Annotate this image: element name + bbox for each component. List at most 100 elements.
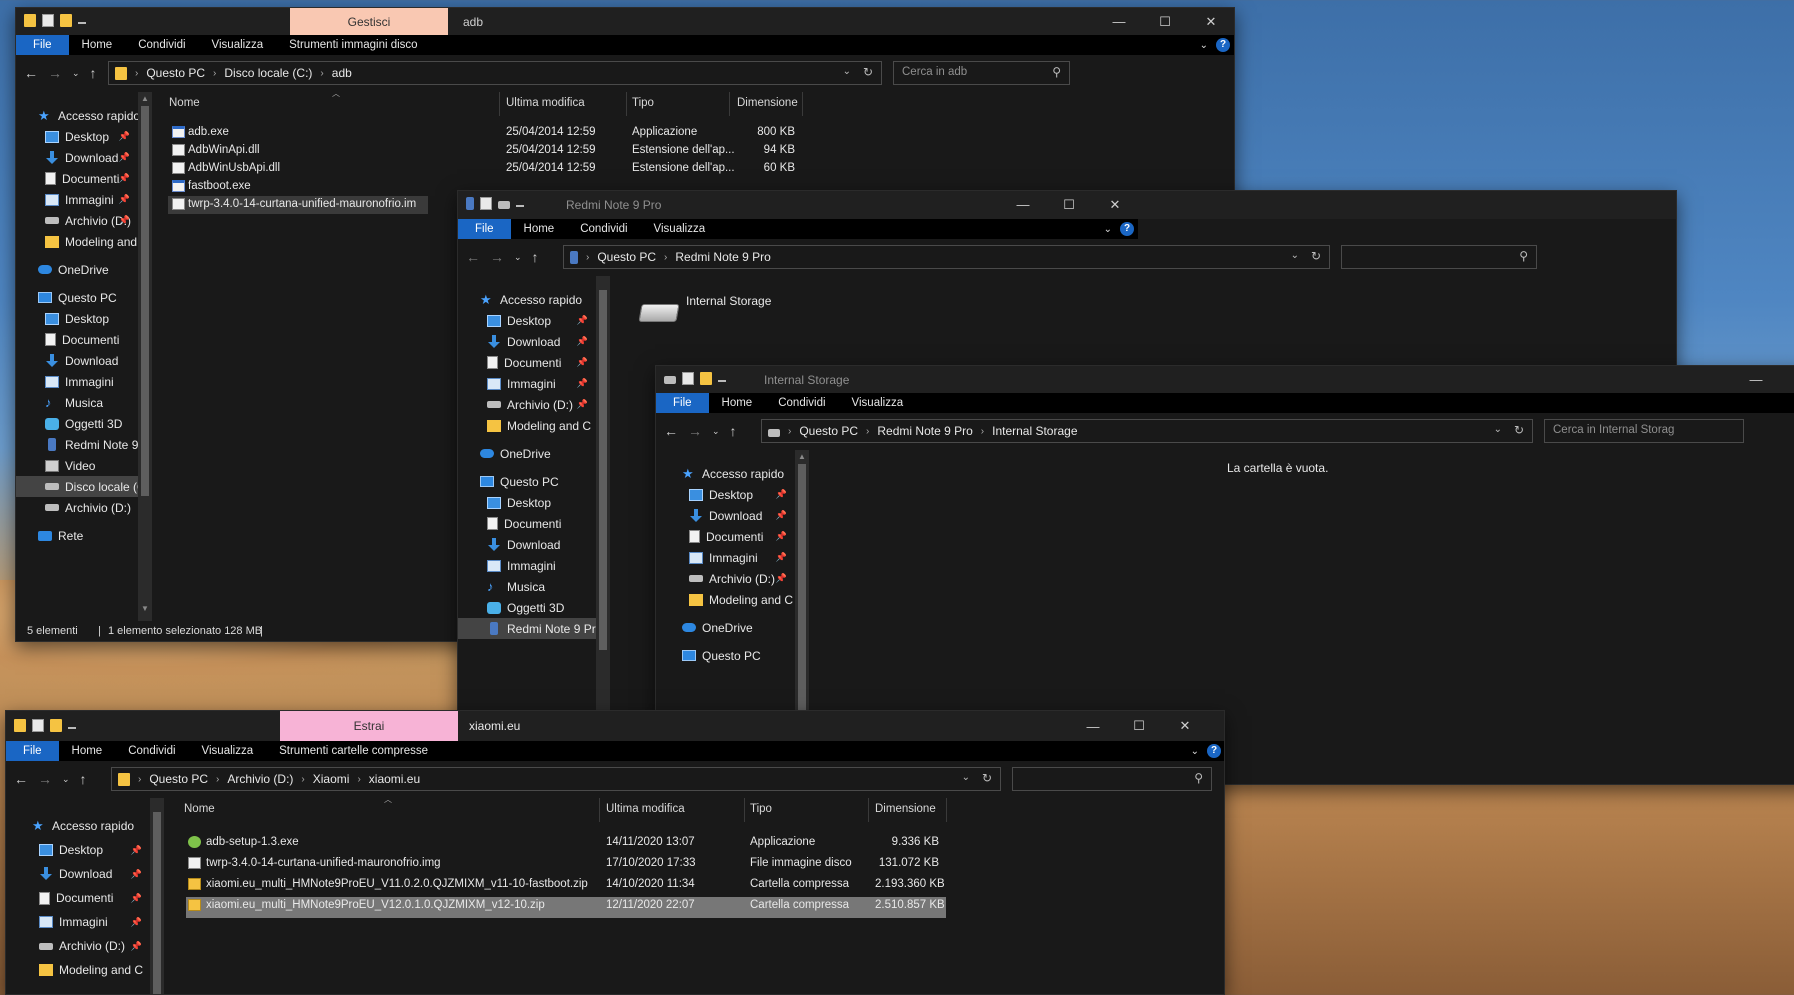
- pin-icon[interactable]: 📌: [119, 131, 130, 142]
- file-row-selected[interactable]: twrp-3.4.0-14-curtana-unified-mauronofri…: [168, 196, 428, 214]
- customize-toolbar-icon[interactable]: [718, 375, 726, 382]
- nav-documents[interactable]: Documenti: [16, 329, 138, 350]
- pin-icon[interactable]: 📌: [119, 173, 130, 184]
- tab-view[interactable]: Visualizza: [199, 35, 277, 55]
- nav-desktop[interactable]: Desktop: [16, 308, 138, 329]
- address-bar[interactable]: › Questo PC › Disco locale (C:) › adb ⌄ …: [108, 61, 882, 85]
- breadcrumb-local-disk[interactable]: Disco locale (C:): [224, 66, 312, 80]
- breadcrumb-separator[interactable]: ›: [357, 774, 360, 785]
- nav-archive-d[interactable]: Archivio (D:) 📌: [6, 934, 150, 958]
- nav-this-pc[interactable]: Questo PC: [16, 287, 138, 308]
- pin-icon[interactable]: 📌: [131, 845, 142, 856]
- nav-pictures[interactable]: Immagini 📌: [6, 910, 150, 934]
- address-dropdown-icon[interactable]: ⌄: [1494, 424, 1502, 435]
- nav-pictures[interactable]: Immagini 📌: [656, 547, 795, 568]
- pin-icon[interactable]: 📌: [776, 573, 787, 584]
- tab-share[interactable]: Condividi: [125, 35, 198, 55]
- column-divider[interactable]: [744, 798, 745, 822]
- nav-download[interactable]: Download 📌: [458, 331, 596, 352]
- up-arrow-icon[interactable]: ↑: [532, 249, 539, 265]
- file-row[interactable]: AdbWinApi.dll 25/04/2014 12:59 Estensione …: [152, 142, 1234, 160]
- file-row[interactable]: twrp-3.4.0-14-curtana-unified-mauronofri…: [164, 855, 946, 876]
- scrollbar-thumb[interactable]: [141, 106, 149, 496]
- nav-local-disk-c[interactable]: Disco locale (C:): [16, 476, 138, 497]
- tab-compressed-folder-tools[interactable]: Strumenti cartelle compresse: [266, 741, 441, 761]
- scrollbar-thumb[interactable]: [798, 464, 806, 714]
- breadcrumb-separator[interactable]: ›: [866, 426, 869, 437]
- up-arrow-icon[interactable]: ↑: [90, 65, 97, 81]
- breadcrumb-this-pc[interactable]: Questo PC: [597, 250, 656, 264]
- nav-quick-access[interactable]: ★ Accesso rapido: [458, 289, 596, 310]
- recent-locations-icon[interactable]: ⌄: [62, 774, 70, 785]
- nav-desktop[interactable]: Desktop 📌: [458, 310, 596, 331]
- help-icon[interactable]: ?: [1216, 38, 1230, 52]
- search-input[interactable]: Cerca in adb ⚲: [893, 61, 1070, 85]
- tab-home[interactable]: Home: [59, 741, 116, 761]
- nav-modeling-folder[interactable]: Modeling and C: [6, 958, 150, 982]
- forward-arrow-icon[interactable]: →: [490, 249, 504, 265]
- tab-home[interactable]: Home: [709, 393, 766, 413]
- address-bar[interactable]: › Questo PC › Redmi Note 9 Pro › Interna…: [761, 419, 1533, 443]
- tab-share[interactable]: Condividi: [567, 219, 640, 239]
- tab-view[interactable]: Visualizza: [839, 393, 917, 413]
- storage-drive-icon[interactable]: [638, 304, 680, 322]
- breadcrumb-this-pc[interactable]: Questo PC: [799, 424, 858, 438]
- scroll-up-icon[interactable]: ▲: [795, 452, 809, 461]
- properties-icon[interactable]: [42, 14, 54, 27]
- title-bar[interactable]: Redmi Note 9 Pro — ☐ ✕: [458, 191, 1676, 219]
- nav-scrollbar[interactable]: ▲ ▼: [138, 92, 152, 641]
- column-modified[interactable]: Ultima modifica: [606, 803, 685, 815]
- breadcrumb-this-pc[interactable]: Questo PC: [146, 66, 205, 80]
- tab-share[interactable]: Condividi: [115, 741, 188, 761]
- tab-home[interactable]: Home: [511, 219, 568, 239]
- search-input[interactable]: ⚲: [1012, 767, 1212, 791]
- nav-desktop[interactable]: Desktop 📌: [16, 126, 138, 147]
- back-arrow-icon[interactable]: ←: [14, 771, 28, 787]
- nav-music[interactable]: ♪ Musica: [458, 576, 596, 597]
- nav-quick-access[interactable]: ★ Accesso rapido: [6, 814, 150, 838]
- nav-download[interactable]: Download 📌: [656, 505, 795, 526]
- recent-locations-icon[interactable]: ⌄: [72, 68, 80, 79]
- pin-icon[interactable]: 📌: [776, 510, 787, 521]
- breadcrumb-separator[interactable]: ›: [586, 252, 589, 263]
- title-bar[interactable]: Estrai xiaomi.eu — ☐ ✕: [6, 711, 1224, 741]
- close-button[interactable]: ✕: [1162, 711, 1208, 741]
- tab-share[interactable]: Condividi: [765, 393, 838, 413]
- nav-archive-d[interactable]: Archivio (D:): [16, 497, 138, 518]
- folder-icon[interactable]: [24, 14, 36, 27]
- new-folder-icon[interactable]: [700, 372, 712, 385]
- column-name[interactable]: Nome: [184, 803, 215, 815]
- address-dropdown-icon[interactable]: ⌄: [962, 772, 970, 783]
- breadcrumb-separator[interactable]: ›: [213, 68, 216, 79]
- nav-pictures[interactable]: Immagini: [16, 371, 138, 392]
- nav-pictures[interactable]: Immagini 📌: [16, 189, 138, 210]
- nav-this-pc[interactable]: Questo PC: [458, 471, 596, 492]
- nav-onedrive[interactable]: OneDrive: [458, 443, 596, 464]
- breadcrumb-separator[interactable]: ›: [981, 426, 984, 437]
- nav-desktop[interactable]: Desktop: [458, 492, 596, 513]
- minimize-button[interactable]: —: [1096, 8, 1142, 35]
- scroll-down-icon[interactable]: ▼: [138, 604, 152, 613]
- nav-archive-d[interactable]: Archivio (D:) 📌: [16, 210, 138, 231]
- help-icon[interactable]: ?: [1207, 744, 1221, 758]
- refresh-icon[interactable]: ↻: [1514, 423, 1524, 437]
- nav-video[interactable]: Video: [16, 455, 138, 476]
- pin-icon[interactable]: 📌: [131, 917, 142, 928]
- tab-file[interactable]: File: [6, 741, 59, 761]
- breadcrumb-xiaomi[interactable]: Xiaomi: [313, 772, 350, 786]
- breadcrumb-separator[interactable]: ›: [788, 426, 791, 437]
- nav-documents[interactable]: Documenti 📌: [6, 886, 150, 910]
- breadcrumb-redmi[interactable]: Redmi Note 9 Pro: [675, 250, 770, 264]
- column-size[interactable]: Dimensione: [737, 97, 798, 109]
- properties-icon[interactable]: [480, 197, 492, 210]
- address-dropdown-icon[interactable]: ⌄: [1291, 250, 1299, 261]
- forward-arrow-icon[interactable]: →: [48, 65, 62, 81]
- pin-icon[interactable]: 📌: [119, 152, 130, 163]
- pin-icon[interactable]: 📌: [776, 489, 787, 500]
- up-arrow-icon[interactable]: ↑: [80, 771, 87, 787]
- expand-ribbon-icon[interactable]: ⌄: [1104, 224, 1112, 235]
- nav-download[interactable]: Download 📌: [6, 862, 150, 886]
- file-row[interactable]: xiaomi.eu_multi_HMNote9ProEU_V11.0.2.0.Q…: [164, 876, 946, 897]
- breadcrumb-separator[interactable]: ›: [301, 774, 304, 785]
- search-input[interactable]: ⚲: [1341, 245, 1537, 269]
